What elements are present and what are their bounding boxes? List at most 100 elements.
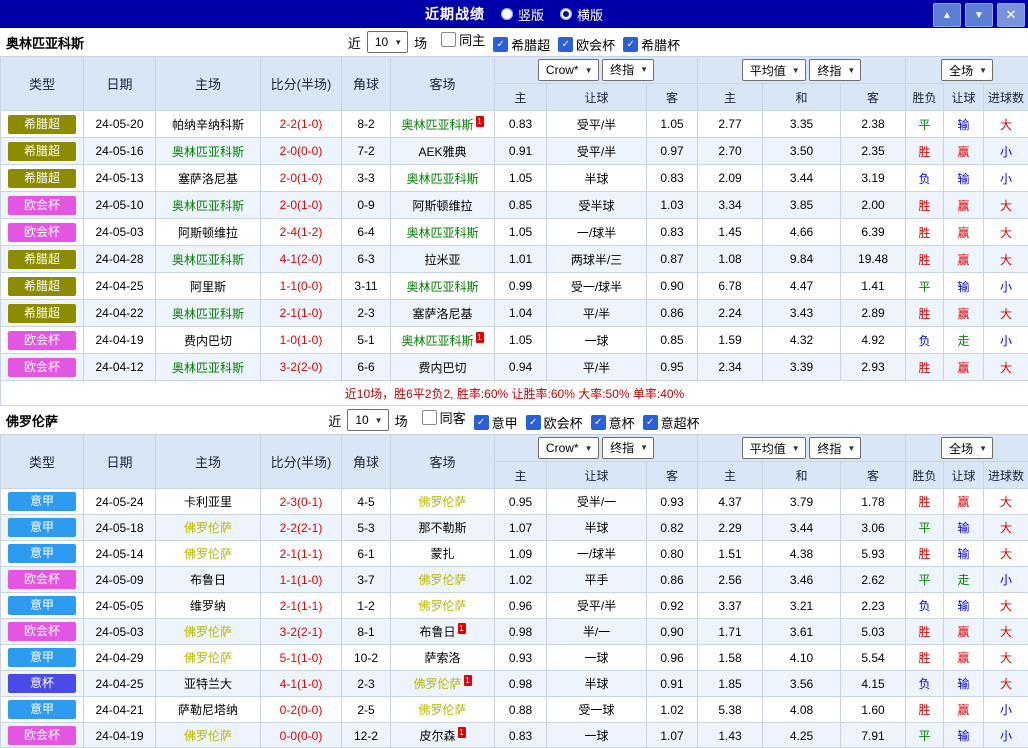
away-team-cell: 奥林匹亚科斯 [391, 165, 495, 192]
result-cell: 平 [906, 567, 944, 593]
score-cell: 0-2(0-0) [261, 697, 342, 723]
team-label: 奥林匹亚科斯 [401, 118, 473, 132]
match-count-select[interactable]: 10 ▼ [347, 409, 388, 431]
avg-home-cell: 2.09 [698, 165, 763, 192]
checkbox-checked-icon: ✓ [493, 37, 508, 52]
chevron-down-icon: ▼ [640, 443, 648, 452]
move-down-button[interactable]: ▼ [965, 3, 993, 27]
score-cell: 0-0(0-0) [261, 723, 342, 748]
col-avg-away: 客 [841, 84, 906, 111]
handicap-result-cell: 赢 [944, 697, 984, 723]
league-cell: 意甲 [1, 489, 84, 515]
goals-result-cell: 大 [984, 619, 1028, 645]
home-team-cell: 奥林匹亚科斯 [156, 246, 261, 273]
away-odds-cell: 0.91 [647, 671, 698, 697]
result-cell: 负 [906, 165, 944, 192]
result-cell: 胜 [906, 541, 944, 567]
odds-company-select[interactable]: Crow* ▼ [538, 437, 599, 459]
away-team-cell: 费内巴切 [391, 354, 495, 381]
average-select[interactable]: 平均值 ▼ [742, 59, 806, 81]
team-label: 奥林匹亚科斯 [406, 280, 478, 294]
match-count-select[interactable]: 10 ▼ [367, 31, 408, 53]
home-odds-cell: 0.95 [495, 489, 547, 515]
league-cell: 意杯 [1, 671, 84, 697]
league-cell: 希腊超 [1, 300, 84, 327]
goals-result-cell: 小 [984, 138, 1028, 165]
filter-checkbox[interactable]: ✓意超杯 [643, 413, 700, 432]
handicap-cell: 两球半/三 [547, 246, 647, 273]
down-arrow-icon: ▼ [974, 10, 984, 21]
team-label: 拉米亚 [424, 253, 460, 267]
result-cell: 胜 [906, 697, 944, 723]
away-team-cell: 皮尔森1 [391, 723, 495, 748]
filter-checkbox[interactable]: ✓意甲 [474, 413, 518, 432]
col-avg-away: 客 [841, 462, 906, 489]
average-select[interactable]: 平均值 ▼ [742, 437, 806, 459]
games-label: 场 [395, 411, 408, 430]
result-cell: 负 [906, 671, 944, 697]
score-cell: 4-1(2-0) [261, 246, 342, 273]
avg-draw-cell: 3.44 [763, 515, 841, 541]
avg-draw-cell: 3.46 [763, 567, 841, 593]
final-odds-select-2[interactable]: 终指 ▼ [809, 437, 861, 459]
checkbox-checked-icon: ✓ [474, 415, 489, 430]
handicap-cell: 平/半 [547, 354, 647, 381]
league-cell: 希腊超 [1, 165, 84, 192]
goals-result-cell: 小 [984, 567, 1028, 593]
league-badge: 意甲 [8, 700, 76, 719]
avg-draw-cell: 4.38 [763, 541, 841, 567]
handicap-result-cell: 输 [944, 515, 984, 541]
date-cell: 24-05-13 [84, 165, 156, 192]
final-odds-select[interactable]: 终指 ▼ [602, 59, 654, 81]
team-label: 塞萨洛尼基 [178, 172, 238, 186]
avg-away-cell: 5.03 [841, 619, 906, 645]
team-label: 萨勒尼塔纳 [178, 703, 238, 717]
col-avg-draw: 和 [763, 84, 841, 111]
move-up-button[interactable]: ▲ [933, 3, 961, 27]
match-row: 欧会杯24-04-19费内巴切1-0(1-0)5-1奥林匹亚科斯11.05一球0… [1, 327, 1028, 354]
home-team-cell: 卡利亚里 [156, 489, 261, 515]
away-odds-cell: 0.83 [647, 219, 698, 246]
filter-checkbox[interactable]: 同主 [441, 30, 485, 49]
radio-vertical-label: 竖版 [518, 5, 544, 24]
match-rows: 意甲24-05-24卡利亚里2-3(0-1)4-5佛罗伦萨0.95受半/一0.9… [1, 489, 1028, 748]
radio-horizontal-label: 横版 [577, 5, 603, 24]
filter-checkbox[interactable]: ✓希腊杯 [623, 35, 680, 54]
league-badge: 希腊超 [8, 142, 76, 161]
score-cell: 1-1(1-0) [261, 567, 342, 593]
avg-draw-cell: 3.43 [763, 300, 841, 327]
date-cell: 24-05-16 [84, 138, 156, 165]
red-card-icon: 1 [476, 332, 484, 343]
home-team-cell: 奥林匹亚科斯 [156, 354, 261, 381]
titlebar-buttons: ▲ ▼ ✕ [933, 3, 1025, 27]
layout-radio-vertical[interactable]: 竖版 [501, 5, 544, 24]
avg-draw-cell: 4.66 [763, 219, 841, 246]
odds-company-select[interactable]: Crow* ▼ [538, 59, 599, 81]
avg-home-cell: 2.29 [698, 515, 763, 541]
filter-checkbox[interactable]: 同客 [422, 408, 466, 427]
final-odds-select-2[interactable]: 终指 ▼ [809, 59, 861, 81]
match-row: 意甲24-05-18佛罗伦萨2-2(2-1)5-3那不勒斯1.07半球0.822… [1, 515, 1028, 541]
scope-select[interactable]: 全场 ▼ [941, 59, 993, 81]
avg-home-cell: 1.71 [698, 619, 763, 645]
avg-home-cell: 1.85 [698, 671, 763, 697]
home-odds-cell: 0.91 [495, 138, 547, 165]
result-cell: 胜 [906, 138, 944, 165]
avg-away-cell: 1.60 [841, 697, 906, 723]
filter-checkbox[interactable]: ✓意杯 [591, 413, 635, 432]
final-odds-select[interactable]: 终指 ▼ [602, 437, 654, 459]
filter-checkbox[interactable]: ✓欧会杯 [526, 413, 583, 432]
goals-result-cell: 大 [984, 645, 1028, 671]
filter-checkbox[interactable]: ✓欧会杯 [558, 35, 615, 54]
results-table: 类型 日期 主场 比分(半场) 角球 客场 Crow* ▼ 终指 ▼ [0, 434, 1028, 748]
handicap-result-cell: 赢 [944, 246, 984, 273]
league-badge: 意甲 [8, 596, 76, 615]
close-button[interactable]: ✕ [997, 3, 1025, 27]
filter-checkbox[interactable]: ✓希腊超 [493, 35, 550, 54]
layout-radio-horizontal[interactable]: 横版 [560, 5, 603, 24]
col-handicap-result: 让球 [944, 84, 984, 111]
scope-select[interactable]: 全场 ▼ [941, 437, 993, 459]
date-cell: 24-05-20 [84, 111, 156, 138]
league-cell: 欧会杯 [1, 723, 84, 748]
chevron-down-icon: ▼ [847, 444, 855, 453]
